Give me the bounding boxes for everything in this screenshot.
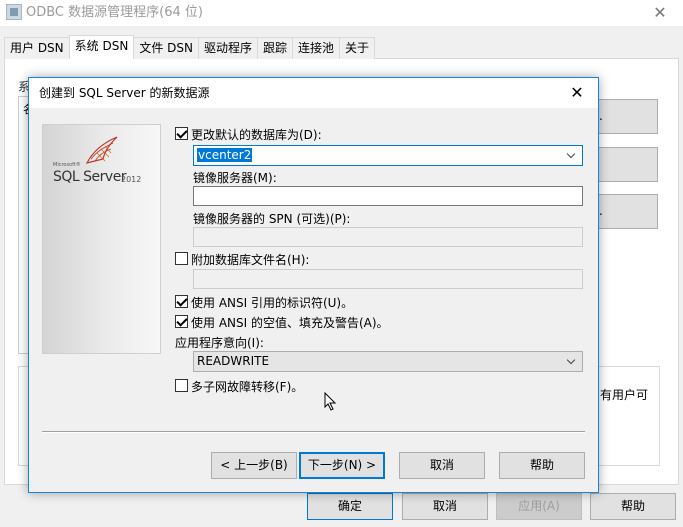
- tab-about[interactable]: 关于: [339, 37, 376, 59]
- database-combo[interactable]: vcenter2: [193, 145, 583, 166]
- dialog-close-icon[interactable]: ✕: [562, 78, 592, 108]
- configure-button[interactable]: .: [596, 194, 658, 229]
- change-default-db-checkbox[interactable]: [175, 127, 188, 140]
- ok-button[interactable]: 确定: [307, 493, 393, 520]
- attach-db-input[interactable]: [193, 269, 583, 289]
- dialog-title-bar: 创建到 SQL Server 的新数据源 ✕: [29, 78, 598, 108]
- attach-db-label: 附加数据库文件名(H):: [191, 253, 310, 267]
- ansi-quoted-checkbox[interactable]: [175, 295, 188, 308]
- mirror-server-label: 镜像服务器(M):: [193, 171, 277, 185]
- tab-system-dsn[interactable]: 系统 DSN: [68, 35, 135, 59]
- app-intent-label: 应用程序意向(I):: [175, 336, 264, 350]
- ansi-quoted-label: 使用 ANSI 引用的标识符(U)。: [191, 296, 354, 310]
- add-button[interactable]: .: [596, 99, 658, 134]
- dialog-separator: [42, 431, 585, 433]
- outer-close-icon[interactable]: ✕: [645, 0, 675, 26]
- mirror-server-input[interactable]: [193, 186, 583, 206]
- microsoft-wordmark: Microsoft®: [53, 162, 81, 168]
- outer-title-bar: ODBC 数据源管理程序(64 位) ✕: [0, 0, 683, 26]
- odbc-app-icon: [6, 4, 22, 20]
- back-button[interactable]: < 上一步(B): [211, 452, 297, 479]
- next-button[interactable]: 下一步(N) >: [299, 452, 385, 479]
- change-default-db-label: 更改默认的数据库为(D):: [191, 128, 322, 142]
- tab-file-dsn[interactable]: 文件 DSN: [133, 37, 199, 59]
- ansi-nulls-checkbox[interactable]: [175, 315, 188, 328]
- sql-server-wordmark: SQL Server: [53, 169, 127, 185]
- outer-cancel-button[interactable]: 取消: [402, 493, 488, 520]
- new-data-source-dialog: 创建到 SQL Server 的新数据源 ✕ Microsoft® SQL Se…: [28, 77, 599, 493]
- mirror-spn-label: 镜像服务器的 SPN (可选)(P):: [193, 212, 351, 226]
- sql-server-bird-icon: [85, 136, 118, 164]
- attach-db-checkbox[interactable]: [175, 252, 188, 265]
- outer-help-button[interactable]: 帮助: [590, 493, 676, 520]
- ansi-nulls-label: 使用 ANSI 的空值、填充及警告(A)。: [191, 316, 389, 330]
- dialog-help-button[interactable]: 帮助: [499, 452, 585, 479]
- dialog-title: 创建到 SQL Server 的新数据源: [39, 86, 210, 100]
- tab-user-dsn[interactable]: 用户 DSN: [4, 37, 70, 59]
- database-value: vcenter2: [197, 148, 253, 162]
- chevron-down-icon[interactable]: [564, 148, 580, 163]
- sql-server-logo-panel: Microsoft® SQL Server 2012: [42, 124, 161, 354]
- tab-tracing[interactable]: 跟踪: [256, 37, 293, 59]
- sql-server-version: 2012: [121, 175, 142, 184]
- mouse-cursor-icon: [324, 392, 337, 411]
- description-text: 有用户可: [600, 388, 649, 402]
- dialog-cancel-button[interactable]: 取消: [399, 452, 485, 479]
- apply-button[interactable]: 应用(A): [496, 493, 582, 520]
- tab-drivers[interactable]: 驱动程序: [197, 37, 258, 59]
- chevron-down-icon[interactable]: [564, 354, 580, 369]
- outer-window-title: ODBC 数据源管理程序(64 位): [26, 5, 203, 20]
- mirror-spn-input[interactable]: [193, 227, 583, 247]
- outer-tab-strip: 用户 DSN 系统 DSN 文件 DSN 驱动程序 跟踪 连接池 关于: [4, 35, 376, 59]
- app-intent-value: READWRITE: [197, 354, 270, 368]
- multi-subnet-label: 多子网故障转移(F)。: [191, 380, 304, 394]
- tab-connection-pooling[interactable]: 连接池: [292, 37, 341, 59]
- remove-button[interactable]: [596, 147, 658, 182]
- multi-subnet-checkbox[interactable]: [175, 379, 188, 392]
- app-intent-combo[interactable]: READWRITE: [193, 351, 583, 372]
